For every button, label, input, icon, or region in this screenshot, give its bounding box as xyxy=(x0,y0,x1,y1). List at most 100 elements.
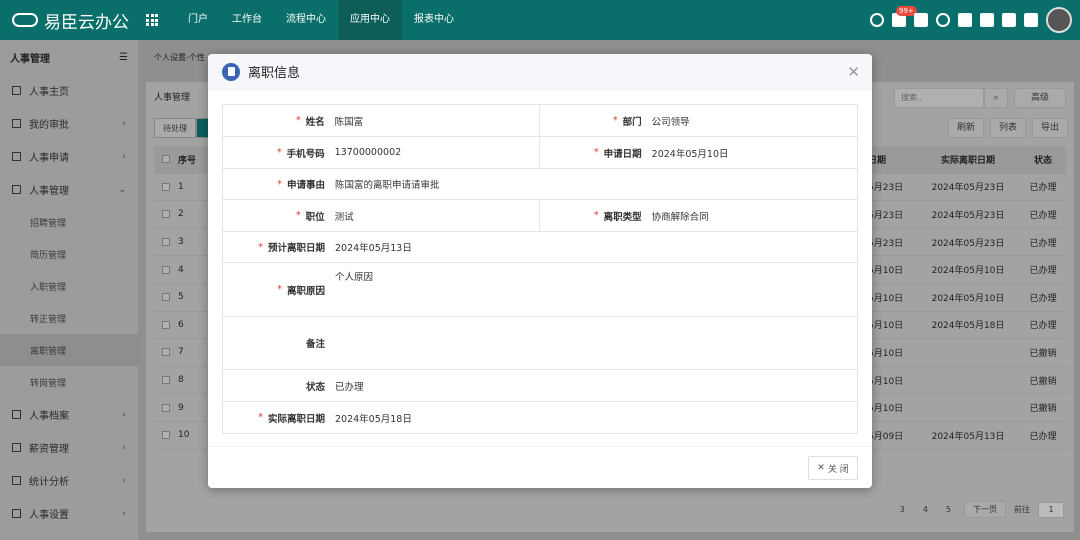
chevron-right-icon: › xyxy=(122,508,126,519)
list-view-button[interactable]: 列表 xyxy=(989,118,1026,138)
row-checkbox[interactable] xyxy=(154,320,178,329)
table-tools: 刷新 列表 导出 xyxy=(947,118,1068,138)
sidebar-sub-transfer[interactable]: 转岗管理 xyxy=(0,366,138,398)
sidebar-sub-recruit[interactable]: 招聘管理 xyxy=(0,206,138,238)
goto-page-input[interactable]: 1 xyxy=(1038,501,1064,518)
chevron-right-icon: › xyxy=(122,151,126,162)
chevron-right-icon: › xyxy=(122,442,126,453)
form-row-plan-date: * 预计离职日期 2024年05月13日 xyxy=(223,232,857,263)
nav-app-center[interactable]: 应用中心 xyxy=(338,0,402,40)
col-header-status[interactable]: 状态 xyxy=(1020,153,1066,166)
apply-date-value: 2024年05月10日 xyxy=(651,148,729,160)
tab-pending[interactable]: 待处理 xyxy=(154,118,196,138)
close-icon[interactable]: ✕ xyxy=(847,63,860,81)
select-all-checkbox[interactable] xyxy=(154,155,178,164)
row-date: 5月23日 xyxy=(868,238,904,249)
bell-icon[interactable]: 99+ xyxy=(892,6,917,27)
sidebar-item-archive[interactable]: 人事档案 › xyxy=(0,398,138,431)
row-checkbox[interactable] xyxy=(154,265,178,274)
col-header-date[interactable]: 日期 xyxy=(868,153,916,166)
apply-date-label: * 申请日期 xyxy=(593,147,642,160)
row-status: 已办理 xyxy=(1029,238,1057,249)
col-header-actual-date[interactable]: 实际离职日期 xyxy=(916,153,1020,166)
sidebar-item-salary[interactable]: 薪资管理 › xyxy=(0,431,138,464)
document-icon xyxy=(222,62,240,81)
row-status: 已撤销 xyxy=(1029,348,1057,359)
sidebar: 人事管理 ☰ 人事主页 我的审批 › 人事申请 › 人事管理 ⌄ 招聘管理 简历… xyxy=(0,40,138,540)
sidebar-sub-onboard[interactable]: 入职管理 xyxy=(0,270,138,302)
sidebar-item-label: 我的审批 xyxy=(29,120,69,131)
nav-report-center[interactable]: 报表中心 xyxy=(402,0,466,40)
nav-process-center[interactable]: 流程中心 xyxy=(274,0,338,40)
row-checkbox[interactable] xyxy=(154,376,178,385)
row-checkbox[interactable] xyxy=(154,403,178,412)
breadcrumb-tab[interactable]: 个人设置-个性 xyxy=(154,52,205,63)
sidebar-item-hr-home[interactable]: 人事主页 xyxy=(0,74,138,107)
font-icon[interactable] xyxy=(1002,13,1016,27)
plan-date-value: 2024年05月13日 xyxy=(335,243,412,254)
top-icons: 99+ xyxy=(870,0,1072,40)
row-actual-date: 2024年05月18日 xyxy=(931,321,1005,332)
reason-value: 陈国富的离职申请请审批 xyxy=(335,180,440,191)
resign-type-value: 协商解除合同 xyxy=(651,211,709,223)
export-button[interactable]: 导出 xyxy=(1031,118,1068,138)
row-checkbox[interactable] xyxy=(154,431,178,440)
page-3[interactable]: 3 xyxy=(895,503,910,516)
sidebar-item-label: 统计分析 xyxy=(29,477,69,488)
apps-grid-icon[interactable] xyxy=(146,14,158,26)
row-actual-date: 2024年05月23日 xyxy=(931,183,1005,194)
sidebar-header: 人事管理 ☰ xyxy=(0,40,138,74)
reason-label: * 申请事由 xyxy=(277,178,325,192)
search-input[interactable]: 搜索.. xyxy=(894,88,984,108)
gear-icon[interactable] xyxy=(1024,13,1038,27)
actual-date-label: * 实际离职日期 xyxy=(258,412,325,425)
sidebar-sub-resume[interactable]: 简历管理 xyxy=(0,238,138,270)
collapse-menu-icon[interactable]: ☰ xyxy=(119,52,128,63)
row-no: 3 xyxy=(178,237,184,248)
app-logo[interactable]: 易臣云办公 xyxy=(0,8,140,33)
avatar[interactable] xyxy=(1046,7,1072,33)
row-checkbox[interactable] xyxy=(154,238,178,247)
sidebar-item-my-approval[interactable]: 我的审批 › xyxy=(0,107,138,140)
nav-workbench[interactable]: 工作台 xyxy=(220,0,274,40)
sidebar-item-hr-apply[interactable]: 人事申请 › xyxy=(0,140,138,173)
help-icon[interactable] xyxy=(936,13,950,27)
sidebar-title: 人事管理 xyxy=(10,53,50,65)
row-no: 6 xyxy=(178,319,184,330)
search-icon[interactable] xyxy=(870,13,884,27)
page-4[interactable]: 4 xyxy=(918,503,933,516)
search-button[interactable]: ⌕ xyxy=(984,88,1008,108)
sidebar-item-label: 人事申请 xyxy=(29,153,69,164)
row-checkbox[interactable] xyxy=(154,210,178,219)
sidebar-sub-regular[interactable]: 转正管理 xyxy=(0,302,138,334)
manage-icon xyxy=(12,185,21,194)
close-button[interactable]: ✕ 关 闭 xyxy=(808,456,858,480)
plan-date-label: * 预计离职日期 xyxy=(258,241,325,255)
sidebar-item-hr-manage[interactable]: 人事管理 ⌄ xyxy=(0,173,138,206)
row-checkbox[interactable] xyxy=(154,182,178,191)
nav-portal[interactable]: 门户 xyxy=(176,0,220,40)
row-checkbox[interactable] xyxy=(154,348,178,357)
row-date: 5月23日 xyxy=(868,210,904,221)
row-checkbox[interactable] xyxy=(154,293,178,302)
archive-icon xyxy=(12,410,21,419)
row-status: 已办理 xyxy=(1029,266,1057,277)
next-page-button[interactable]: 下一页 xyxy=(964,501,1006,518)
shirt-icon[interactable] xyxy=(914,13,928,27)
position-value: 测试 xyxy=(329,200,540,231)
mobile-icon[interactable] xyxy=(958,13,972,27)
resign-type-label: * 离职类型 xyxy=(593,210,642,223)
sidebar-item-stats[interactable]: 统计分析 › xyxy=(0,464,138,497)
refresh-button[interactable]: 刷新 xyxy=(947,118,984,138)
sidebar-item-settings[interactable]: 人事设置 › xyxy=(0,497,138,530)
row-date: 5月10日 xyxy=(868,376,904,387)
sidebar-sub-resign[interactable]: 离职管理 xyxy=(0,334,138,366)
advanced-search-button[interactable]: 高级 xyxy=(1014,88,1066,108)
org-chart-icon[interactable] xyxy=(980,13,994,27)
goto-label: 前往 xyxy=(1014,505,1030,514)
page-5[interactable]: 5 xyxy=(941,503,956,516)
form-row-position-type: * 职位 测试 * 离职类型 协商解除合同 xyxy=(223,200,857,232)
row-actual-date: 2024年05月23日 xyxy=(931,210,1005,221)
panel-title-text: 人事管理 xyxy=(154,92,191,103)
col-header-no: 序号 xyxy=(178,155,197,166)
